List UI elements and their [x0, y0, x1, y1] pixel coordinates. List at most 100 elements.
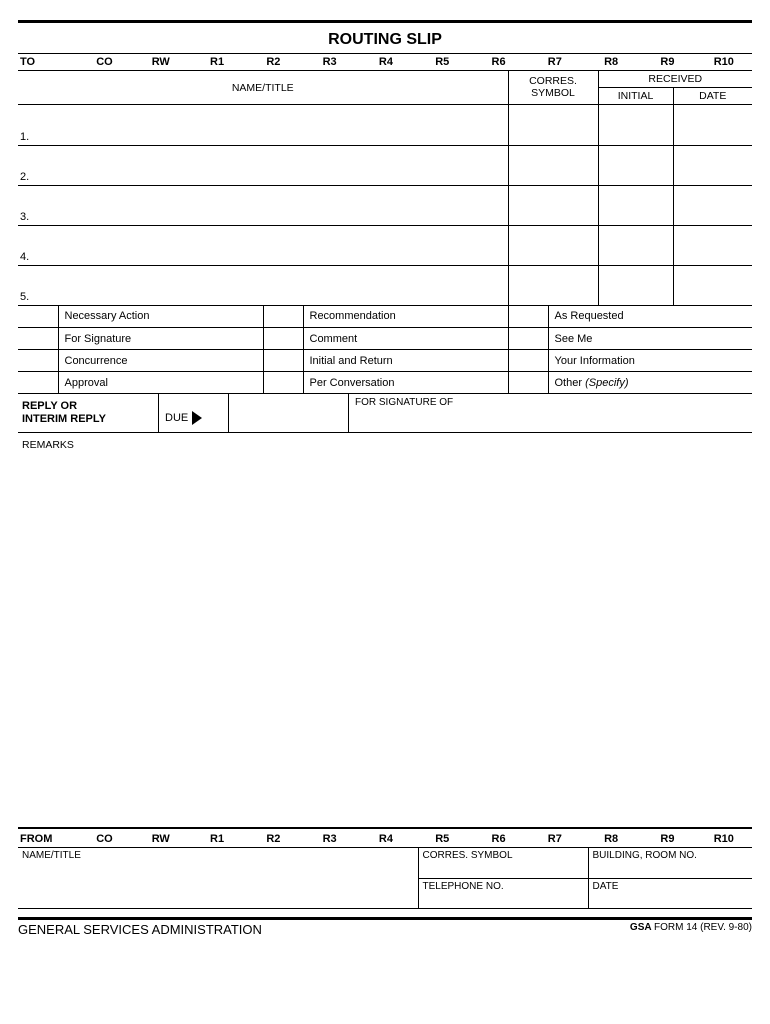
row-3-corres[interactable]	[508, 185, 598, 225]
row-3-initial[interactable]	[598, 185, 673, 225]
col-r10: R10	[696, 54, 752, 71]
from-r1: R1	[189, 831, 245, 848]
col-r4: R4	[358, 54, 414, 71]
row-3-date[interactable]	[673, 185, 752, 225]
remarks-label: REMARKS	[18, 433, 752, 457]
col-rw: RW	[133, 54, 189, 71]
row-4-initial[interactable]	[598, 225, 673, 265]
hdr-date: DATE	[673, 88, 752, 105]
row-1-num: 1.	[18, 105, 508, 145]
row-5-initial[interactable]	[598, 265, 673, 305]
from-corres-symbol[interactable]: CORRES. SYMBOL	[418, 848, 588, 878]
row-5-date[interactable]	[673, 265, 752, 305]
chk-see-me-box[interactable]	[508, 328, 548, 350]
chk-see-me: See Me	[548, 328, 752, 350]
row-1-corres[interactable]	[508, 105, 598, 145]
table-row: 5.	[18, 265, 752, 305]
row-1-date[interactable]	[673, 105, 752, 145]
row-2-date[interactable]	[673, 145, 752, 185]
chk-concurrence: Concurrence	[58, 350, 263, 372]
routing-rows: 1. 2. 3. 4. 5.	[18, 105, 752, 306]
chk-per-conversation: Per Conversation	[303, 372, 508, 394]
row-5-corres[interactable]	[508, 265, 598, 305]
chk-per-conversation-box[interactable]	[263, 372, 303, 394]
table-row: 4.	[18, 225, 752, 265]
from-rw: RW	[133, 831, 189, 848]
top-rule	[18, 20, 752, 23]
chk-concurrence-box[interactable]	[18, 350, 58, 372]
reply-row: REPLY ORINTERIM REPLY DUE FOR SIGNATURE …	[18, 394, 752, 433]
chk-other-box[interactable]	[508, 372, 548, 394]
footer: GENERAL SERVICES ADMINISTRATION GSA FORM…	[18, 920, 752, 937]
row-2-initial[interactable]	[598, 145, 673, 185]
from-col: FROM	[18, 831, 76, 848]
chk-initial-return: Initial and Return	[303, 350, 508, 372]
chk-as-requested-box[interactable]	[508, 306, 548, 328]
col-co: CO	[76, 54, 132, 71]
chk-for-signature: For Signature	[58, 328, 263, 350]
table-row: 1.	[18, 105, 752, 145]
chk-initial-return-box[interactable]	[263, 350, 303, 372]
col-r2: R2	[245, 54, 301, 71]
chk-comment-box[interactable]	[263, 328, 303, 350]
from-date[interactable]: DATE	[588, 878, 752, 908]
from-header-table: FROM CO RW R1 R2 R3 R4 R5 R6 R7 R8 R9 R1…	[18, 831, 752, 848]
col-r7: R7	[527, 54, 583, 71]
chk-other: Other (Specify)	[548, 372, 752, 394]
from-telephone[interactable]: TELEPHONE NO.	[418, 878, 588, 908]
chk-for-signature-box[interactable]	[18, 328, 58, 350]
col-r6: R6	[470, 54, 526, 71]
row-4-corres[interactable]	[508, 225, 598, 265]
from-building-room[interactable]: BUILDING, ROOM NO.	[588, 848, 752, 878]
from-r10: R10	[696, 831, 752, 848]
table-row: 3.	[18, 185, 752, 225]
from-r8: R8	[583, 831, 639, 848]
hdr-name-title: NAME/TITLE	[18, 71, 508, 105]
row-2-num: 2.	[18, 145, 508, 185]
col-to: TO	[18, 54, 76, 71]
col-r8: R8	[583, 54, 639, 71]
chk-your-information: Your Information	[548, 350, 752, 372]
from-r4: R4	[358, 831, 414, 848]
from-name-title[interactable]: NAME/TITLE	[18, 848, 418, 908]
signature-block[interactable]: FOR SIGNATURE OF	[348, 394, 752, 432]
chk-recommendation-box[interactable]	[263, 306, 303, 328]
reply-label: REPLY ORINTERIM REPLY	[18, 394, 158, 432]
from-r9: R9	[639, 831, 695, 848]
chk-approval-box[interactable]	[18, 372, 58, 394]
row-4-date[interactable]	[673, 225, 752, 265]
action-checkbox-grid: Necessary Action Recommendation As Reque…	[18, 306, 752, 395]
row-1-initial[interactable]	[598, 105, 673, 145]
chk-as-requested: As Requested	[548, 306, 752, 328]
chk-your-information-box[interactable]	[508, 350, 548, 372]
col-r9: R9	[639, 54, 695, 71]
row-2-corres[interactable]	[508, 145, 598, 185]
to-header-table: TO CO RW R1 R2 R3 R4 R5 R6 R7 R8 R9 R10	[18, 53, 752, 71]
from-r5: R5	[414, 831, 470, 848]
remarks-area[interactable]	[18, 457, 752, 827]
due-date-field[interactable]	[228, 394, 348, 432]
from-r3: R3	[302, 831, 358, 848]
hdr-initial: INITIAL	[598, 88, 673, 105]
footer-agency: GENERAL SERVICES ADMINISTRATION	[18, 922, 262, 937]
due-label: DUE	[165, 412, 188, 424]
chk-comment: Comment	[303, 328, 508, 350]
col-r3: R3	[302, 54, 358, 71]
table-row: 2.	[18, 145, 752, 185]
from-co: CO	[76, 831, 132, 848]
from-r6: R6	[470, 831, 526, 848]
triangle-right-icon	[192, 411, 202, 425]
chk-necessary-action-box[interactable]	[18, 306, 58, 328]
row-5-num: 5.	[18, 265, 508, 305]
footer-form-id: GSA FORM 14 (REV. 9-80)	[630, 922, 752, 937]
form-title: ROUTING SLIP	[18, 25, 752, 53]
for-signature-of-label: FOR SIGNATURE OF	[355, 397, 453, 408]
col-r5: R5	[414, 54, 470, 71]
from-r2: R2	[245, 831, 301, 848]
sub-header-table: NAME/TITLE CORRES. SYMBOL RECEIVED INITI…	[18, 71, 752, 105]
chk-necessary-action: Necessary Action	[58, 306, 263, 328]
col-r1: R1	[189, 54, 245, 71]
row-4-num: 4.	[18, 225, 508, 265]
from-r7: R7	[527, 831, 583, 848]
chk-approval: Approval	[58, 372, 263, 394]
